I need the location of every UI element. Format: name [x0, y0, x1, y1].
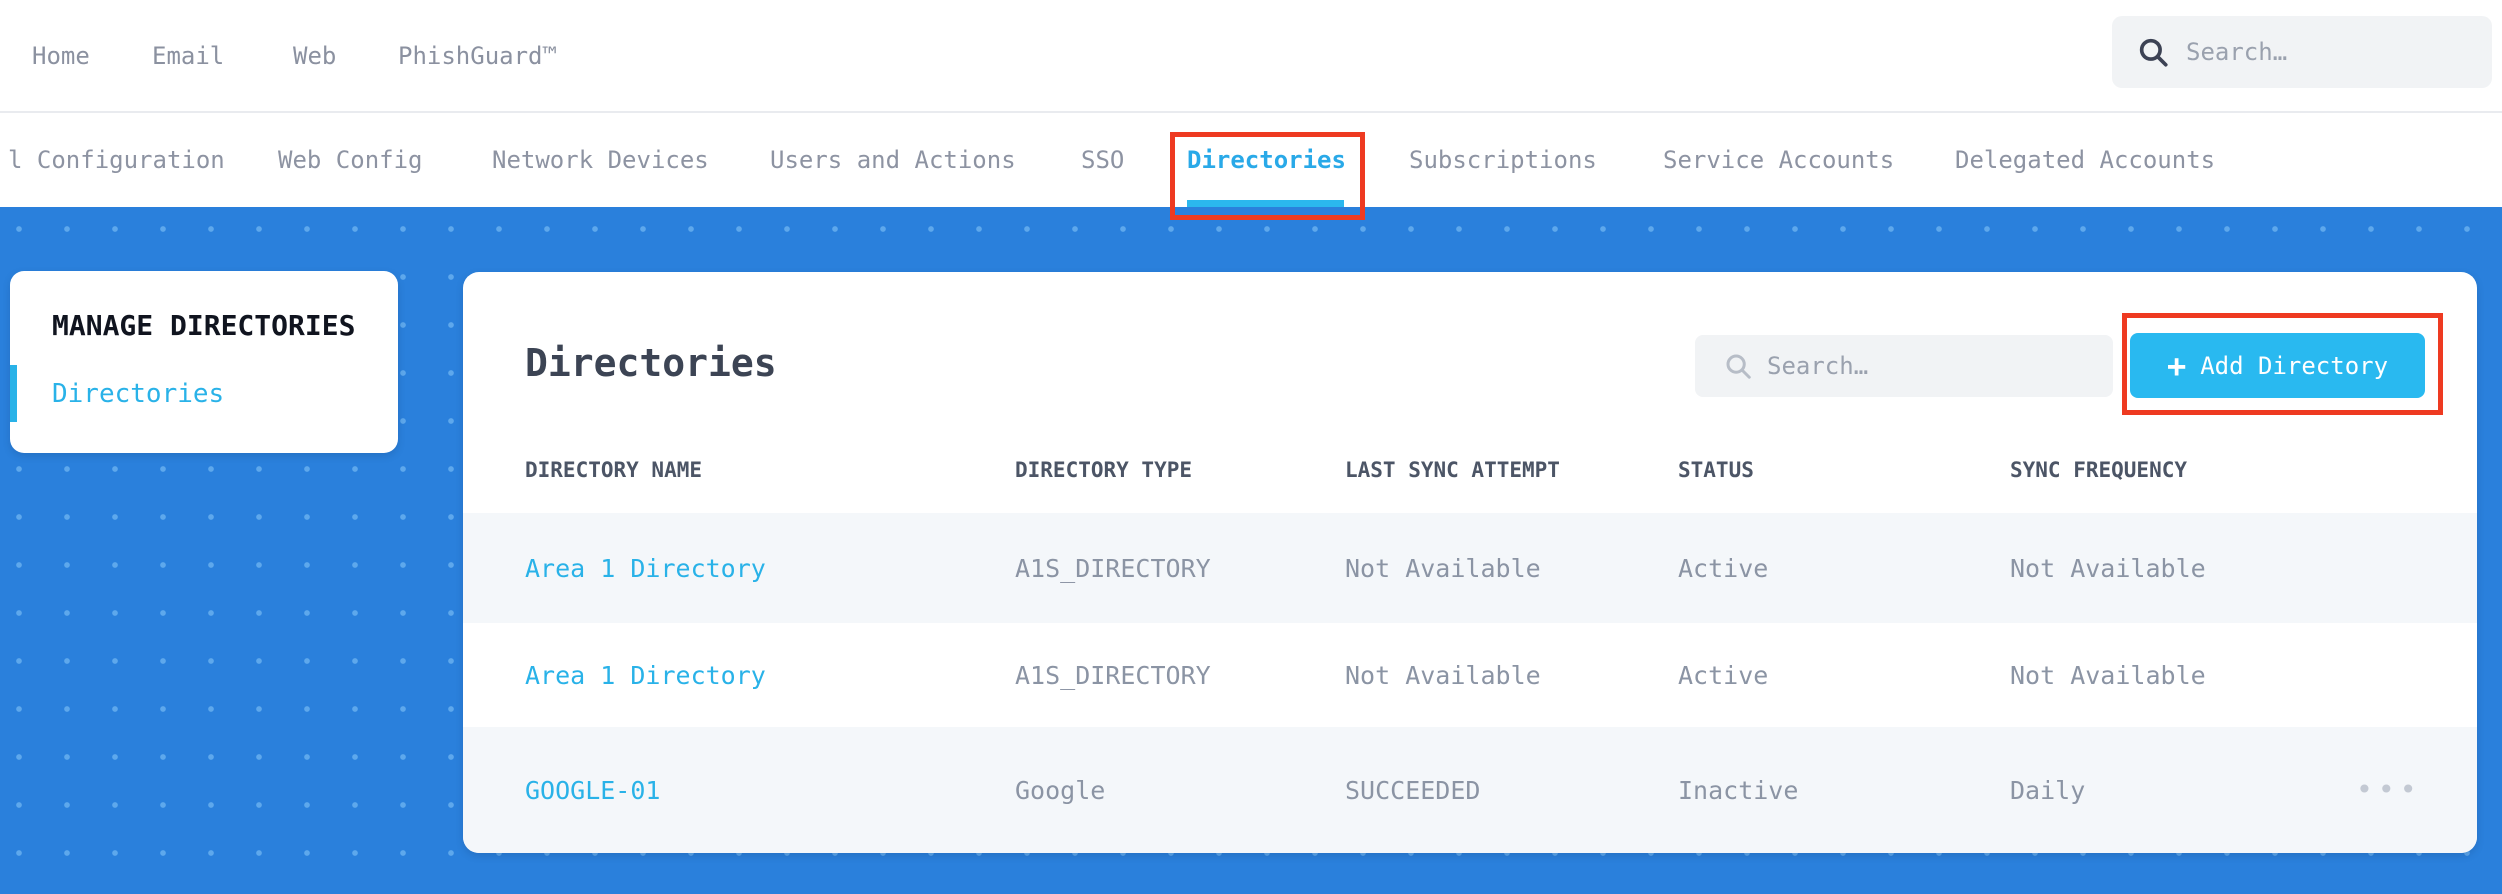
cell-directory-type: Google [1015, 775, 1106, 805]
cell-directory-type: A1S_DIRECTORY [1015, 553, 1211, 583]
cell-status: Active [1678, 660, 1769, 690]
global-search-input[interactable] [2186, 38, 2492, 66]
table-row: Area 1 Directory A1S_DIRECTORY Not Avail… [463, 513, 2477, 623]
column-header-directory-name: DIRECTORY NAME [525, 458, 703, 482]
cell-directory-type: A1S_DIRECTORY [1015, 660, 1211, 690]
more-options-icon[interactable]: ••• [2356, 776, 2422, 804]
topnav-item-web[interactable]: Web [293, 0, 336, 111]
plus-icon: + [2166, 346, 2187, 385]
add-directory-label: Add Directory [2200, 351, 2389, 380]
cell-directory-name[interactable]: GOOGLE-01 [525, 727, 660, 853]
subnav-item-subscriptions[interactable]: Subscriptions [1409, 113, 1597, 207]
column-header-sync-frequency: SYNC FREQUENCY [2010, 458, 2188, 482]
panel-item-directories[interactable]: Directories [52, 379, 224, 409]
subnav-item-users-and-actions[interactable]: Users and Actions [770, 113, 1016, 207]
subnav-item-email-configuration[interactable]: l Configuration [8, 113, 225, 207]
sub-nav-bar: l Configuration Web Config Network Devic… [0, 113, 2502, 207]
table-row: GOOGLE-01 Google SUCCEEDED Inactive Dail… [463, 727, 2477, 853]
add-directory-button[interactable]: + Add Directory [2130, 333, 2425, 398]
topnav-item-phishguard[interactable]: PhishGuard™ [398, 0, 557, 111]
global-search[interactable] [2112, 16, 2492, 88]
subnav-item-directories[interactable]: Directories [1187, 113, 1346, 207]
cell-last-sync-attempt: Not Available [1345, 660, 1541, 690]
column-header-directory-type: DIRECTORY TYPE [1015, 458, 1193, 482]
subnav-item-service-accounts[interactable]: Service Accounts [1663, 113, 1894, 207]
cell-directory-name[interactable]: Area 1 Directory [525, 513, 766, 623]
topnav-item-home[interactable]: Home [32, 0, 90, 111]
subnav-item-sso[interactable]: SSO [1081, 113, 1124, 207]
cell-sync-frequency: Not Available [2010, 553, 2206, 583]
directories-search-input[interactable] [1767, 352, 2113, 380]
search-icon [2136, 35, 2170, 69]
directories-card: Directories + Add Directory DIRECTORY NA… [463, 272, 2477, 853]
panel-title: MANAGE DIRECTORIES [52, 309, 356, 342]
subnav-item-delegated-accounts[interactable]: Delegated Accounts [1955, 113, 2215, 207]
cell-sync-frequency: Not Available [2010, 660, 2206, 690]
cell-sync-frequency: Daily [2010, 775, 2086, 805]
active-item-accent-bar [10, 365, 17, 422]
column-header-status: STATUS [1678, 458, 1754, 482]
cell-status: Active [1678, 553, 1769, 583]
active-tab-underline [1187, 200, 1344, 207]
topnav-item-email[interactable]: Email [152, 0, 224, 111]
table-row: Area 1 Directory A1S_DIRECTORY Not Avail… [463, 623, 2477, 727]
cell-last-sync-attempt: SUCCEEDED [1345, 775, 1481, 805]
search-icon [1723, 351, 1753, 381]
subnav-item-network-devices[interactable]: Network Devices [492, 113, 709, 207]
column-header-last-sync-attempt: LAST SYNC ATTEMPT [1345, 458, 1560, 482]
row-actions[interactable]: ••• [2356, 727, 2422, 853]
cell-status: Inactive [1678, 775, 1799, 805]
cell-directory-name[interactable]: Area 1 Directory [525, 623, 766, 727]
page-title: Directories [525, 341, 777, 385]
subnav-item-web-config[interactable]: Web Config [278, 113, 423, 207]
top-nav-bar: Home Email Web PhishGuard™ [0, 0, 2502, 113]
manage-directories-panel: MANAGE DIRECTORIES Directories [10, 271, 398, 453]
cell-last-sync-attempt: Not Available [1345, 553, 1541, 583]
directories-search[interactable] [1695, 335, 2113, 397]
